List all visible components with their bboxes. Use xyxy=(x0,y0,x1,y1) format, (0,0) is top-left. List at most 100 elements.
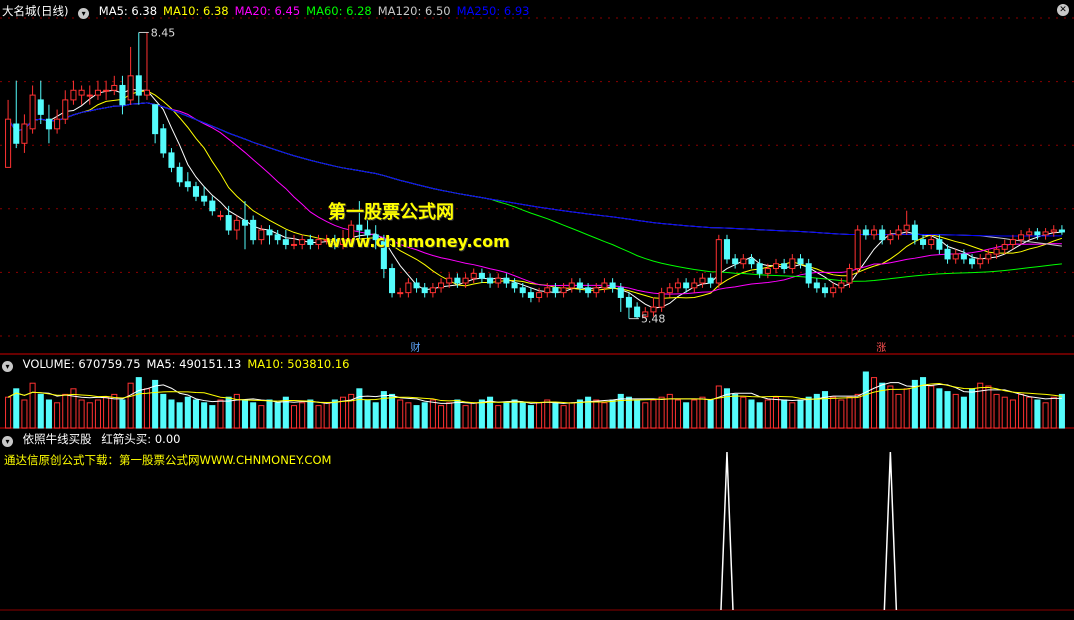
candle-body xyxy=(903,224,910,231)
volume-bar xyxy=(1026,396,1033,429)
signal-dropdown-icon[interactable]: ▾ xyxy=(2,436,13,447)
candle-body xyxy=(740,258,747,265)
candle-body xyxy=(462,277,469,284)
candle-body xyxy=(168,152,175,168)
candle-body xyxy=(977,258,984,265)
candle-body xyxy=(536,292,543,298)
candle-body xyxy=(290,243,298,246)
candle-body xyxy=(1050,229,1057,233)
volume-bar xyxy=(830,396,837,429)
candle-body xyxy=(748,258,755,265)
close-icon[interactable]: ✕ xyxy=(1057,4,1069,16)
volume-bar xyxy=(86,402,93,429)
candle-body xyxy=(421,287,428,294)
volume-bar xyxy=(192,399,200,429)
volume-bar xyxy=(503,402,510,429)
volume-bar xyxy=(438,405,445,429)
candle-body xyxy=(650,306,657,313)
volume-bar xyxy=(740,396,747,429)
volume-bar xyxy=(94,399,101,429)
ma-indicator-list: MA5: 6.38 MA10: 6.38 MA20: 6.45 MA60: 6.28 M… xyxy=(99,4,536,18)
volume-bar xyxy=(380,391,387,429)
volume-indicator-list: VOLUME: 670759.75 MA5: 490151.13 MA10: 503… xyxy=(23,357,356,371)
candle-body xyxy=(568,282,575,289)
volume-bar xyxy=(772,396,780,429)
candle-body xyxy=(70,89,77,101)
volume-bar xyxy=(642,402,649,429)
low-price-label: 5.48 xyxy=(641,313,666,326)
signal-value: 红箭头买: 0.00 xyxy=(101,432,181,446)
candle-body xyxy=(601,282,608,289)
volume-bar xyxy=(323,402,330,429)
volume-bar xyxy=(217,399,224,429)
candle-body xyxy=(1009,239,1016,245)
volume-bar xyxy=(1034,399,1041,429)
candle-body xyxy=(879,229,886,241)
volume-bar xyxy=(397,399,404,429)
candle-body xyxy=(838,282,845,289)
volume-bar xyxy=(315,405,322,429)
volume-bar xyxy=(544,399,551,429)
watermark-title: 第一股票公式网 xyxy=(328,202,454,223)
volume-bar xyxy=(209,405,216,429)
candle-body xyxy=(732,258,739,265)
candle-body xyxy=(511,282,518,289)
signal-title: 依照牛线买股 xyxy=(22,432,92,446)
volume-bar xyxy=(797,399,804,429)
kline-chart: 8.45 5.48 财 涨 xyxy=(0,17,1074,611)
ma-label-5: MA250: 6.93 xyxy=(456,4,530,18)
volume-bar xyxy=(650,399,657,429)
candle-body xyxy=(609,282,616,289)
volume-bar xyxy=(470,402,477,429)
volume-bar xyxy=(969,388,976,429)
candle-body xyxy=(29,94,36,130)
volume-bar xyxy=(691,399,698,429)
ma-label-1: MA10: 6.38 xyxy=(163,4,229,18)
volume-bar xyxy=(568,402,575,429)
volume-bar xyxy=(152,379,159,429)
price-panel-header: 大名城(日线) ▾ MA5: 6.38 MA10: 6.38 MA20: 6.45 M… xyxy=(2,3,541,19)
volume-bar xyxy=(413,405,420,429)
volume-bar xyxy=(135,377,142,429)
ma-label-3: MA60: 6.28 xyxy=(306,4,372,18)
candle-body xyxy=(691,282,698,289)
volume-bar xyxy=(895,393,902,429)
candle-body xyxy=(830,287,837,294)
volume-bar xyxy=(62,393,69,429)
volume-dropdown-icon[interactable]: ▾ xyxy=(2,361,13,372)
volume-bar xyxy=(748,399,755,429)
candle-body xyxy=(397,292,404,295)
volume-bar xyxy=(13,388,20,429)
stock-title: 大名城(日线) xyxy=(2,4,69,18)
volume-bar xyxy=(421,402,428,429)
candle-body xyxy=(862,229,869,236)
candle-body xyxy=(429,287,436,294)
candle-body xyxy=(895,229,902,236)
volume-bar xyxy=(944,391,951,429)
candle-body xyxy=(854,229,861,270)
candle-body xyxy=(617,287,624,298)
volume-bar xyxy=(511,399,518,429)
candle-body xyxy=(176,166,183,183)
volume-bar xyxy=(127,382,134,429)
volume-bar xyxy=(560,405,567,429)
candle-body xyxy=(756,263,763,274)
candle-body xyxy=(707,277,714,284)
candle-body xyxy=(985,253,992,260)
candle-body xyxy=(846,268,853,284)
volume-bar xyxy=(707,399,714,429)
volume-bar xyxy=(462,405,469,429)
volume-bar xyxy=(176,402,183,429)
indicator-dropdown-icon[interactable]: ▾ xyxy=(78,8,90,19)
candle-body xyxy=(1058,229,1065,233)
volume-bar xyxy=(364,399,371,429)
volume-bar xyxy=(168,399,175,429)
candle-body xyxy=(21,123,28,144)
candle-body xyxy=(593,287,600,294)
candle-body xyxy=(184,181,191,188)
volume-bar xyxy=(985,385,992,429)
volume-bar xyxy=(1018,393,1025,429)
volume-bar xyxy=(674,399,681,429)
volume-bar xyxy=(446,402,453,429)
candle-body xyxy=(135,75,142,96)
